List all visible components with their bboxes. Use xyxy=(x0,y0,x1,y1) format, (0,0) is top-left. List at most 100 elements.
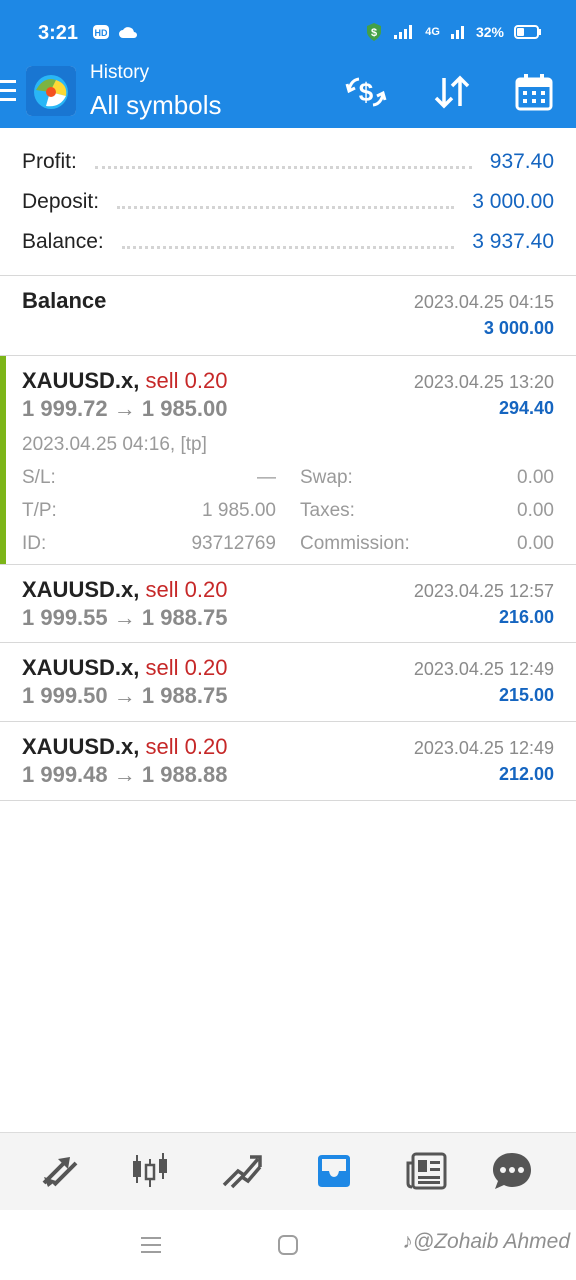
battery-percent: 32% xyxy=(475,24,504,40)
dotted-leader xyxy=(94,165,472,169)
nav-chat[interactable] xyxy=(488,1147,536,1195)
id-label: ID: xyxy=(22,533,47,554)
balance-entry-title: Balance xyxy=(22,288,107,313)
status-notification-icons: HD xyxy=(92,24,138,40)
hd-voice-icon: HD xyxy=(93,25,109,39)
sl-label: S/L: xyxy=(22,467,56,488)
deal-profit: 294.40 xyxy=(498,398,554,418)
svg-text:HD: HD xyxy=(95,28,108,38)
history-icon xyxy=(318,1155,350,1187)
commission-value: 0.00 xyxy=(517,533,554,554)
deal-row-expanded[interactable]: XAUUSD.x, sell 0.20 1 999.72 → 1 985.00 … xyxy=(0,356,576,565)
sort-button[interactable] xyxy=(428,70,476,114)
screen-title[interactable]: All symbols xyxy=(90,90,221,121)
bottom-navigation xyxy=(0,1132,576,1210)
deal-row[interactable]: XAUUSD.x, sell 0.20 1 999.55 → 1 988.75 … xyxy=(0,565,576,643)
profit-label: Profit: xyxy=(22,150,77,173)
svg-text:$: $ xyxy=(359,77,374,107)
swap-label: Swap: xyxy=(300,467,353,488)
deal-symbol: XAUUSD.x, sell 0.20 xyxy=(22,368,227,394)
deal-symbol: XAUUSD.x, sell 0.20 xyxy=(22,655,227,681)
balance-entry[interactable]: Balance 2023.04.25 04:15 3 000.00 xyxy=(0,276,576,356)
sl-value: — xyxy=(257,467,276,488)
deal-close-time: 2023.04.25 12:49 xyxy=(413,659,554,679)
recent-apps-button[interactable] xyxy=(138,1232,164,1258)
deal-prices: 1 999.48 → 1 988.88 xyxy=(22,762,228,787)
menu-button[interactable] xyxy=(0,76,20,116)
deal-symbol-text: XAUUSD.x, xyxy=(22,577,140,602)
profit-value: 937.40 xyxy=(489,150,554,173)
watermark-text: @Zohaib Ahmed xyxy=(412,1230,570,1253)
deal-prices: 1 999.55 → 1 988.75 xyxy=(22,605,228,630)
status-time: 3:21 xyxy=(38,22,79,44)
sort-icon xyxy=(434,75,470,109)
deal-symbol: XAUUSD.x, sell 0.20 xyxy=(22,734,227,760)
history-summary: Profit: 937.40 Deposit: 3 000.00 Balance… xyxy=(0,128,576,276)
swap-value: 0.00 xyxy=(517,467,554,488)
currency-exchange-icon: $ xyxy=(345,77,387,107)
network-type: 4G xyxy=(425,26,440,38)
tp-label: T/P: xyxy=(22,500,57,521)
nav-chart[interactable] xyxy=(126,1147,174,1195)
app-bar: History All symbols $ xyxy=(0,62,576,128)
nav-quotes[interactable] xyxy=(34,1147,82,1195)
deal-type: sell 0.20 xyxy=(145,368,228,393)
summary-profit-row: Profit: 937.40 xyxy=(22,142,554,182)
chart-icon xyxy=(133,1153,167,1187)
deposit-value: 3 000.00 xyxy=(472,190,554,213)
svg-text:$: $ xyxy=(371,27,377,39)
deal-symbol-text: XAUUSD.x, xyxy=(22,368,140,393)
deal-row[interactable]: XAUUSD.x, sell 0.20 1 999.48 → 1 988.88 … xyxy=(0,722,576,801)
commission-label: Commission: xyxy=(300,533,410,554)
signal-icon xyxy=(394,25,413,39)
balance-label: Balance: xyxy=(22,230,104,253)
deal-symbol: XAUUSD.x, sell 0.20 xyxy=(22,577,227,603)
deal-profit: 212.00 xyxy=(498,764,554,784)
trade-icon xyxy=(222,1155,262,1189)
deal-profit: 216.00 xyxy=(498,607,554,627)
deal-symbol-text: XAUUSD.x, xyxy=(22,734,140,759)
menu-icon xyxy=(0,80,16,101)
status-bar: 3:21 HD $ 4G 32% xyxy=(0,0,576,64)
deal-profit: 215.00 xyxy=(498,685,554,705)
dotted-leader xyxy=(117,205,455,209)
deal-symbol-text: XAUUSD.x, xyxy=(22,655,140,680)
deposit-label: Deposit: xyxy=(22,190,100,213)
summary-deposit-row: Deposit: 3 000.00 xyxy=(22,182,554,222)
nav-trade[interactable] xyxy=(218,1147,266,1195)
summary-balance-row: Balance: 3 937.40 xyxy=(22,222,554,262)
tiktok-icon: ♪ xyxy=(402,1230,413,1253)
screen-subtitle: History xyxy=(90,62,150,83)
balance-entry-amount: 3 000.00 xyxy=(483,318,554,338)
deal-close-time: 2023.04.25 13:20 xyxy=(413,372,554,392)
system-navigation-bar: ♪@Zohaib Ahmed xyxy=(0,1210,576,1280)
deal-close-time: 2023.04.25 12:57 xyxy=(413,581,554,601)
calendar-icon xyxy=(515,74,553,111)
deal-row[interactable]: XAUUSD.x, sell 0.20 1 999.50 → 1 988.75 … xyxy=(0,643,576,722)
selected-indicator xyxy=(0,356,6,564)
deal-open-info: 2023.04.25 04:16, [tp] xyxy=(22,434,207,455)
deal-type-filter-button[interactable]: $ xyxy=(342,70,390,114)
id-value: 93712769 xyxy=(191,533,276,554)
deal-prices: 1 999.72 → 1 985.00 xyxy=(22,396,228,421)
metatrader-logo-icon xyxy=(26,66,76,116)
balance-value: 3 937.40 xyxy=(472,230,554,253)
recent-apps-icon xyxy=(141,1237,161,1253)
taxes-value: 0.00 xyxy=(517,500,554,521)
deal-close-time: 2023.04.25 12:49 xyxy=(413,738,554,758)
dotted-leader xyxy=(121,245,455,249)
deal-type: sell 0.20 xyxy=(145,734,228,759)
taxes-label: Taxes: xyxy=(300,500,355,521)
deal-type: sell 0.20 xyxy=(145,577,228,602)
battery-icon xyxy=(514,25,541,39)
signal-icon-2 xyxy=(450,26,464,39)
home-button[interactable] xyxy=(275,1232,301,1258)
calendar-button[interactable] xyxy=(510,70,558,114)
nav-history[interactable] xyxy=(310,1147,358,1195)
tp-value: 1 985.00 xyxy=(202,500,276,521)
nav-news[interactable] xyxy=(402,1147,450,1195)
chat-icon xyxy=(493,1153,531,1189)
news-icon xyxy=(406,1152,447,1190)
deal-prices: 1 999.50 → 1 988.75 xyxy=(22,683,228,708)
balance-entry-time: 2023.04.25 04:15 xyxy=(413,292,554,312)
